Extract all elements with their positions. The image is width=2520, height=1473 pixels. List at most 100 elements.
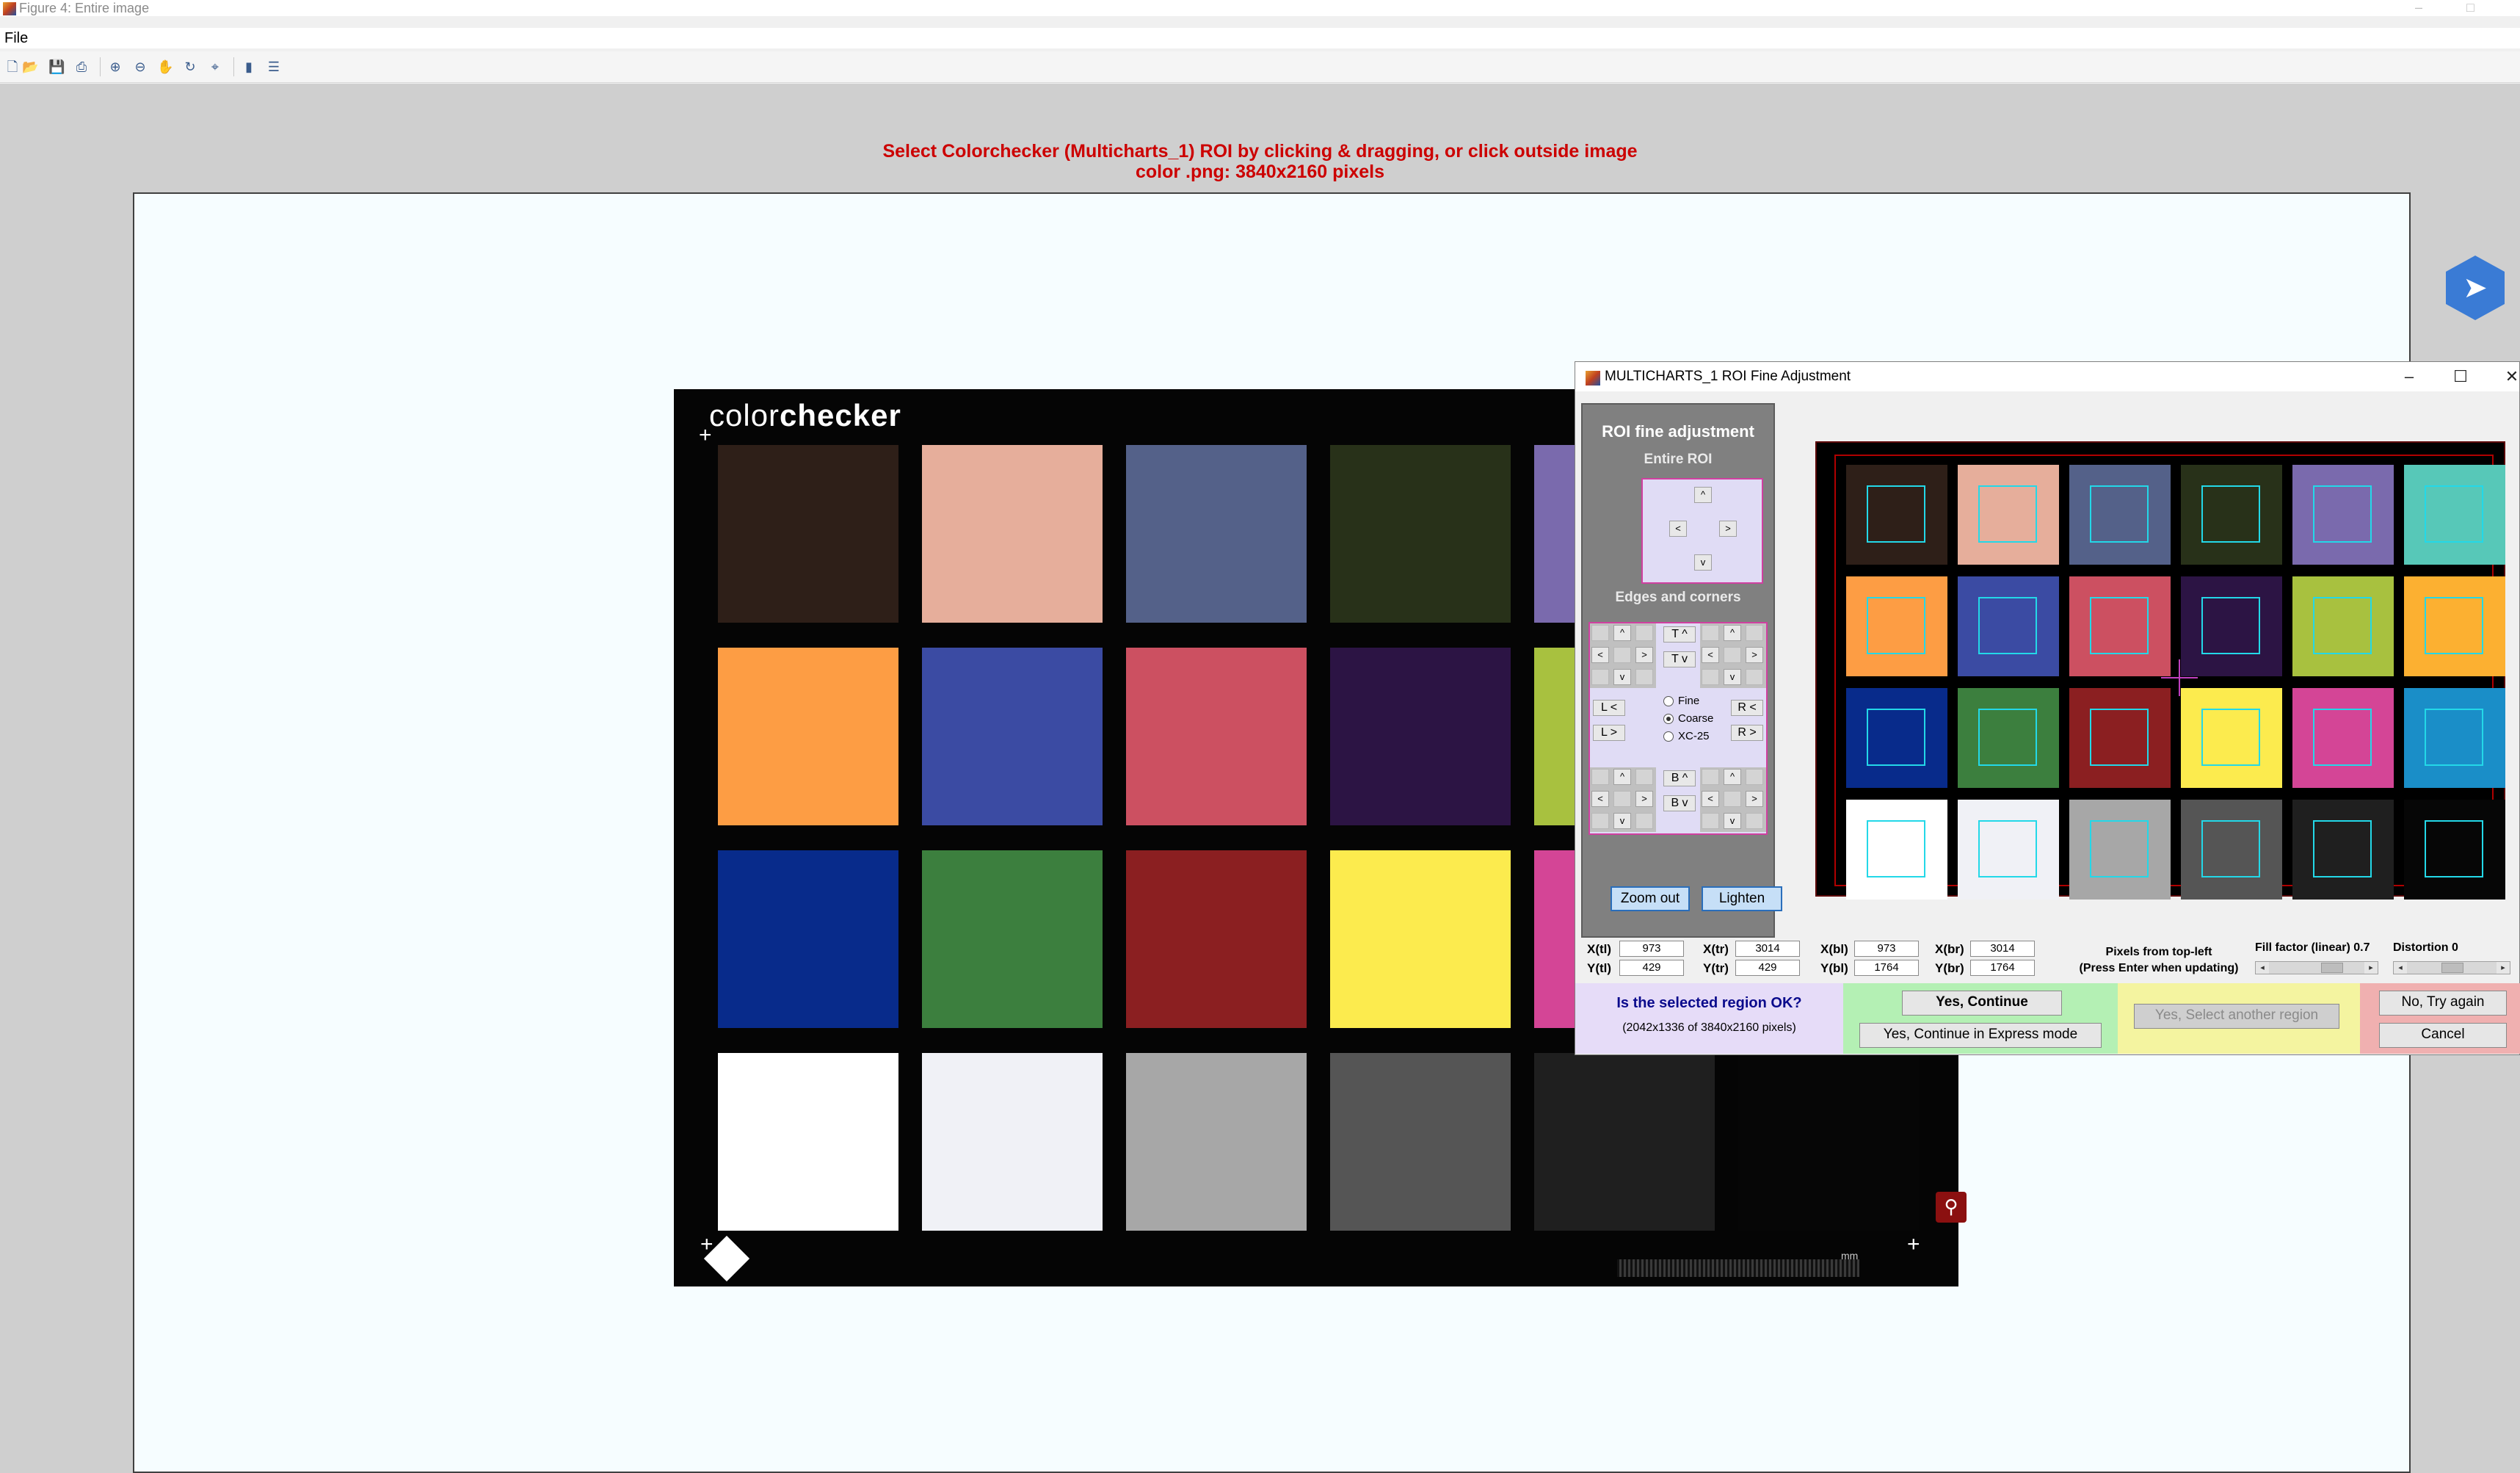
corner-blank xyxy=(1702,769,1719,785)
preview-patch xyxy=(2404,576,2505,676)
corner-blank xyxy=(1635,669,1653,685)
magnifier-icon[interactable]: ⚲ xyxy=(1936,1192,1967,1223)
distortion-thumb[interactable] xyxy=(2441,963,2463,973)
preview-patch xyxy=(2404,688,2505,788)
color-patch xyxy=(1126,850,1307,1028)
corner-blank xyxy=(1613,647,1631,663)
tr-left-button[interactable]: < xyxy=(1702,647,1719,663)
tr-right-button[interactable]: > xyxy=(1746,647,1763,663)
br-left-button[interactable]: < xyxy=(1702,791,1719,807)
corner-blank xyxy=(1702,669,1719,685)
print-icon[interactable]: ⎙ xyxy=(73,59,90,75)
ytr-input[interactable]: 429 xyxy=(1735,960,1800,976)
xbr-input[interactable]: 3014 xyxy=(1970,941,2035,957)
no-try-again-button[interactable]: No, Try again xyxy=(2379,991,2507,1016)
roi-left-button[interactable]: < xyxy=(1669,521,1687,537)
mode-xc25-radio[interactable]: XC-25 xyxy=(1663,729,1710,744)
bottom-edge-down-button[interactable]: B v xyxy=(1663,795,1696,811)
ybr-input[interactable]: 1764 xyxy=(1970,960,2035,976)
center-crosshair xyxy=(2161,659,2198,696)
mode-fine-radio[interactable]: Fine xyxy=(1663,694,1699,709)
slider-right-arrow-icon[interactable]: ▸ xyxy=(2364,962,2378,974)
insert-colorbar-icon[interactable]: ▮ xyxy=(241,59,257,75)
preview-patch xyxy=(2181,688,2282,788)
save-icon[interactable]: 💾 xyxy=(48,59,65,75)
tl-left-button[interactable]: < xyxy=(1591,647,1609,663)
pan-hand-icon[interactable]: ✋ xyxy=(157,59,173,75)
slider-left-arrow-icon[interactable]: ◂ xyxy=(2394,962,2407,974)
slider-left-arrow-icon[interactable]: ◂ xyxy=(2256,962,2269,974)
data-cursor-icon[interactable]: ⌖ xyxy=(207,59,223,75)
xtl-input[interactable]: 973 xyxy=(1619,941,1684,957)
left-edge-right-button[interactable]: L > xyxy=(1593,725,1625,741)
tl-up-button[interactable]: ^ xyxy=(1613,625,1631,641)
corner-blank xyxy=(1746,813,1763,829)
bl-down-button[interactable]: v xyxy=(1613,813,1631,829)
fill-factor-thumb[interactable] xyxy=(2321,963,2344,973)
fill-factor-label: Fill factor (linear) 0.7 xyxy=(2255,941,2370,954)
color-patch xyxy=(1126,1053,1307,1231)
open-folder-icon[interactable]: 📂 xyxy=(22,59,38,75)
distortion-slider[interactable]: ◂ ▸ xyxy=(2393,961,2510,974)
tr-up-button[interactable]: ^ xyxy=(1724,625,1741,641)
entire-roi-label: Entire ROI xyxy=(1644,452,1713,467)
yes-express-button[interactable]: Yes, Continue in Express mode xyxy=(1859,1023,2102,1048)
bl-right-button[interactable]: > xyxy=(1635,791,1653,807)
zoom-out-icon[interactable]: ⊖ xyxy=(132,59,148,75)
ybl-input[interactable]: 1764 xyxy=(1854,960,1919,976)
dialog-close-button[interactable]: ✕ xyxy=(2497,362,2520,391)
insert-legend-icon[interactable]: ☰ xyxy=(266,59,282,75)
region-size-detail: (2042x1336 of 3840x2160 pixels) xyxy=(1622,1021,1796,1034)
slider-right-arrow-icon[interactable]: ▸ xyxy=(2497,962,2510,974)
roi-down-button[interactable]: v xyxy=(1694,554,1712,571)
mode-coarse-radio[interactable]: Coarse xyxy=(1663,712,1713,726)
minimize-button[interactable]: – xyxy=(2415,0,2422,15)
zoom-in-icon[interactable]: ⊕ xyxy=(107,59,123,75)
bottom-edge-up-button[interactable]: B ^ xyxy=(1663,770,1696,786)
select-another-panel: Yes, Select another region xyxy=(2118,983,2360,1054)
rotate-icon[interactable]: ↻ xyxy=(182,59,198,75)
ytl-input[interactable]: 429 xyxy=(1619,960,1684,976)
yes-continue-button[interactable]: Yes, Continue xyxy=(1902,991,2062,1016)
fill-factor-slider[interactable]: ◂ ▸ xyxy=(2255,961,2378,974)
new-file-icon[interactable]: 🗋 xyxy=(4,59,21,75)
lighten-button[interactable]: Lighten xyxy=(1702,886,1782,911)
right-edge-left-button[interactable]: R < xyxy=(1731,700,1763,716)
preview-patch xyxy=(1958,688,2059,788)
bl-up-button[interactable]: ^ xyxy=(1613,769,1631,785)
yes-select-another-button[interactable]: Yes, Select another region xyxy=(2134,1004,2339,1029)
dialog-minimize-button[interactable]: – xyxy=(2394,362,2424,391)
br-up-button[interactable]: ^ xyxy=(1724,769,1741,785)
top-left-corner-controls: ^ < > v xyxy=(1590,623,1656,688)
xbl-input[interactable]: 973 xyxy=(1854,941,1919,957)
xtr-input[interactable]: 3014 xyxy=(1735,941,1800,957)
patch-sample-region xyxy=(2425,597,2483,654)
tl-right-button[interactable]: > xyxy=(1635,647,1653,663)
maximize-button[interactable]: □ xyxy=(2466,0,2474,15)
top-edge-up-button[interactable]: T ^ xyxy=(1663,626,1696,643)
dialog-maximize-button[interactable]: ☐ xyxy=(2446,362,2475,391)
patch-sample-region xyxy=(1867,485,1925,543)
br-right-button[interactable]: > xyxy=(1746,791,1763,807)
top-edge-down-button[interactable]: T v xyxy=(1663,651,1696,667)
tl-down-button[interactable]: v xyxy=(1613,669,1631,685)
preview-patch xyxy=(2069,465,2171,565)
patch-sample-region xyxy=(1978,597,2037,654)
corner-blank xyxy=(1635,813,1653,829)
patch-sample-region xyxy=(2201,597,2260,654)
preview-patch xyxy=(2181,465,2282,565)
roi-up-button[interactable]: ^ xyxy=(1694,487,1712,503)
roi-preview[interactable] xyxy=(1815,441,2505,900)
cancel-button[interactable]: Cancel xyxy=(2379,1023,2507,1048)
left-edge-left-button[interactable]: L < xyxy=(1593,700,1625,716)
menu-file[interactable]: File xyxy=(4,29,28,47)
zoom-out-button[interactable]: Zoom out xyxy=(1611,886,1690,911)
roi-right-button[interactable]: > xyxy=(1719,521,1737,537)
right-edge-right-button[interactable]: R > xyxy=(1731,725,1763,741)
patch-sample-region xyxy=(2090,709,2149,766)
color-patch xyxy=(1534,1053,1715,1231)
bl-left-button[interactable]: < xyxy=(1591,791,1609,807)
tr-down-button[interactable]: v xyxy=(1724,669,1741,685)
br-down-button[interactable]: v xyxy=(1724,813,1741,829)
edges-corners-label: Edges and corners xyxy=(1615,590,1741,605)
